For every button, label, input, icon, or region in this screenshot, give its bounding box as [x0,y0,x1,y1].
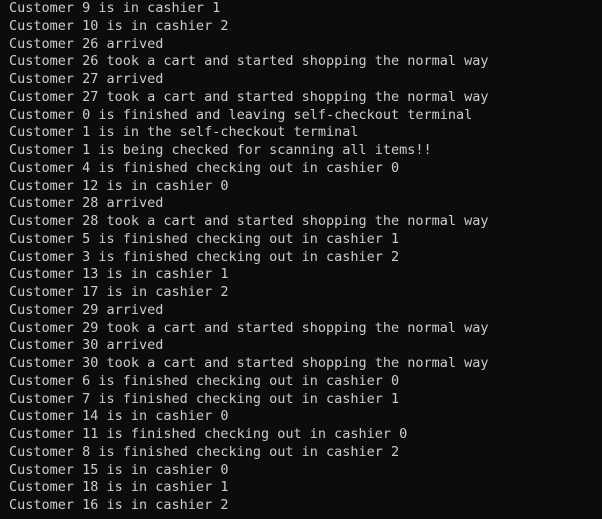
output-line: Customer 26 took a cart and started shop… [9,53,489,70]
output-line: Customer 30 arrived [9,337,164,354]
output-line: Customer 28 arrived [9,195,164,212]
output-line: Customer 10 is in cashier 2 [9,17,229,34]
output-line: Customer 27 arrived [9,71,164,87]
output-line: Customer 29 took a cart and started shop… [9,319,489,336]
output-line: Customer 11 is finished checking out in … [9,426,408,442]
output-line: Customer 14 is in cashier 0 [9,408,229,425]
output-line: Customer 3 is finished checking out in c… [9,248,400,265]
output-line: Customer 5 is finished checking out in c… [9,230,400,247]
output-line: Customer 18 is in cashier 1 [9,479,229,496]
output-line: Customer 26 arrived [9,35,164,52]
output-line: Customer 1 is in the self-checkout termi… [9,124,359,141]
output-line: Customer 4 is finished checking out in c… [9,159,400,176]
output-line: Customer 13 is in cashier 1 [9,266,229,283]
output-line: Customer 29 arrived [9,301,164,318]
output-line: Customer 9 is in cashier 1 [9,0,221,16]
output-line: Customer 1 is being checked for scanning… [9,142,432,158]
output-line: Customer 16 is in cashier 2 [9,497,229,513]
output-line: Customer 30 took a cart and started shop… [9,355,489,371]
terminal-output: Customer 9 is in cashier 1 Customer 10 i… [9,0,602,515]
output-line: Customer 17 is in cashier 2 [9,284,229,300]
output-line: Customer 15 is in cashier 0 [9,461,229,478]
output-line: Customer 27 took a cart and started shop… [9,88,489,105]
output-line: Customer 12 is in cashier 0 [9,177,229,194]
output-line: Customer 6 is finished checking out in c… [9,372,400,389]
output-line: Customer 0 is finished and leaving self-… [9,106,473,123]
terminal-window[interactable]: Customer 9 is in cashier 1 Customer 10 i… [0,0,602,519]
output-line: Customer 28 took a cart and started shop… [9,213,489,229]
output-line: Customer 8 is finished checking out in c… [9,443,400,460]
output-line: Customer 7 is finished checking out in c… [9,390,400,407]
